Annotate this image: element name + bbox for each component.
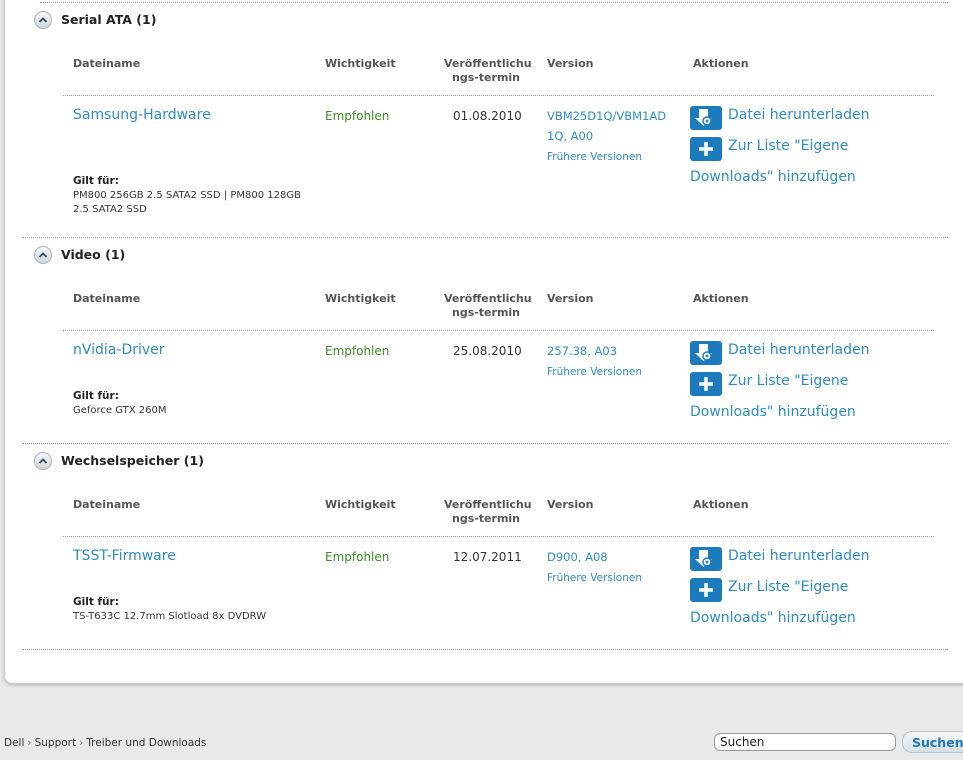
column-header-importance: Wichtigkeit [325,57,396,70]
previous-versions-link[interactable]: Frühere Versionen [547,366,642,378]
add-to-list-link-cont[interactable]: Downloads" hinzufügen [690,397,856,428]
download-button[interactable] [690,341,722,365]
chevron-right-icon: › [27,737,32,749]
column-header-version: Version [547,498,594,511]
column-header-filename: Dateiname [73,57,141,70]
column-header-actions: Aktionen [693,498,749,511]
add-to-list-button[interactable] [690,372,722,396]
release-date-value: 01.08.2010 [453,109,522,123]
previous-versions-link[interactable]: Frühere Versionen [547,151,642,163]
add-to-list-link-cont[interactable]: Downloads" hinzufügen [690,162,856,193]
header-divider [63,95,934,96]
column-header-release-date: Veröffentlichu ngs-termin [444,292,532,319]
breadcrumb: Dell › Support › Treiber und Downloads [4,737,206,749]
column-header-release-date: Veröffentlichu ngs-termin [444,498,532,525]
breadcrumb-item-support[interactable]: Support [35,737,77,749]
add-to-list-link-cont[interactable]: Downloads" hinzufügen [690,603,856,634]
file-name-link[interactable]: TSST-Firmware [73,548,176,564]
download-link[interactable]: Datei herunterladen [728,100,870,131]
version-link[interactable]: D900, A08 [547,547,677,567]
column-header-importance: Wichtigkeit [325,292,396,305]
download-button[interactable] [690,106,722,130]
column-header-filename: Dateiname [73,498,141,511]
collapse-toggle-icon[interactable] [34,452,52,470]
applies-to-label: Gilt für: [73,175,119,187]
version-link[interactable]: 257.38, A03 [547,341,677,361]
applies-to-value: PM800 256GB 2.5 SATA2 SSD | PM800 128GB … [73,190,301,215]
column-header-version: Version [547,292,594,305]
plus-icon [699,142,713,156]
add-to-list-link[interactable]: Zur Liste "Eigene [728,131,848,162]
collapse-toggle-icon[interactable] [34,11,52,29]
importance-value: Empfohlen [325,550,390,564]
file-name-link[interactable]: Samsung-Hardware [73,107,211,123]
chevron-right-icon: › [79,737,84,749]
column-header-release-date: Veröffentlichu ngs-termin [444,57,532,84]
section-divider [22,649,948,650]
release-date-value: 12.07.2011 [453,550,522,564]
download-button[interactable] [690,547,722,571]
importance-value: Empfohlen [325,109,390,123]
section-title: Serial ATA (1) [61,12,157,27]
version-link[interactable]: VBM25D1Q/VBM1AD 1Q, A00 [547,106,677,146]
section-title: Wechselspeicher (1) [61,453,204,468]
add-to-list-link[interactable]: Zur Liste "Eigene [728,572,848,603]
download-link[interactable]: Datei herunterladen [728,541,870,572]
add-to-list-button[interactable] [690,578,722,602]
column-header-filename: Dateiname [73,292,141,305]
column-header-importance: Wichtigkeit [325,498,396,511]
section-divider [22,443,948,444]
previous-versions-link[interactable]: Frühere Versionen [547,572,642,584]
applies-to-value: Geforce GTX 260M [73,405,167,416]
header-divider [63,330,934,331]
collapse-toggle-icon[interactable] [34,246,52,264]
download-gear-icon [695,109,712,126]
download-link[interactable]: Datei herunterladen [728,335,870,366]
column-header-actions: Aktionen [693,57,749,70]
plus-icon [699,377,713,391]
applies-to-value: TS-T633C 12.7mm Slotload 8x DVDRW [73,611,267,622]
download-gear-icon [695,550,712,567]
search-button[interactable]: Suchen [902,731,963,753]
breadcrumb-item-dell[interactable]: Dell [4,737,24,749]
release-date-value: 25.08.2010 [453,344,522,358]
column-header-version: Version [547,57,594,70]
add-to-list-button[interactable] [690,137,722,161]
applies-to-label: Gilt für: [73,596,119,608]
section-divider [22,237,948,238]
breadcrumb-item-current: Treiber und Downloads [86,737,207,749]
file-name-link[interactable]: nVidia-Driver [73,342,165,358]
header-divider [63,536,934,537]
search-input[interactable] [714,733,896,751]
column-header-actions: Aktionen [693,292,749,305]
section-title: Video (1) [61,247,126,262]
applies-to-label: Gilt für: [73,390,119,402]
importance-value: Empfohlen [325,344,390,358]
add-to-list-link[interactable]: Zur Liste "Eigene [728,366,848,397]
download-gear-icon [695,344,712,361]
plus-icon [699,583,713,597]
section-divider [40,2,948,3]
